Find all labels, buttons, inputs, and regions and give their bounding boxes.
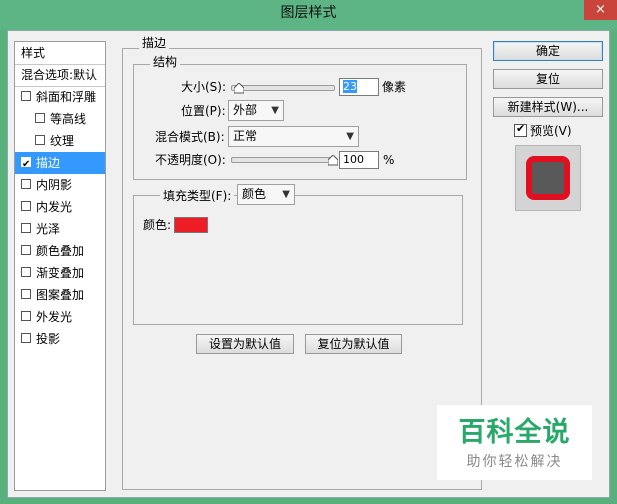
fill-type-select[interactable]: 颜色 ▼ — [237, 184, 295, 205]
ok-button[interactable]: 确定 — [493, 41, 603, 61]
preview-thumbnail — [515, 145, 581, 211]
size-unit: 像素 — [382, 80, 407, 94]
list-item-checkbox[interactable] — [35, 135, 45, 145]
list-item-checkbox[interactable] — [21, 289, 31, 299]
list-item-label: 描边 — [36, 156, 61, 170]
fill-group — [133, 195, 463, 325]
list-item[interactable]: 纹理 — [15, 130, 105, 152]
styles-list: 样式 混合选项:默认 斜面和浮雕等高线纹理描边内阴影内发光光泽颜色叠加渐变叠加图… — [14, 41, 106, 491]
list-item-label: 内发光 — [36, 200, 73, 214]
list-item-label: 渐变叠加 — [36, 266, 85, 280]
list-item[interactable]: 内阴影 — [15, 174, 105, 196]
list-item-label: 等高线 — [50, 112, 87, 126]
opacity-input[interactable]: 100 — [339, 151, 379, 169]
list-item-checkbox[interactable] — [21, 223, 31, 233]
reset-default-button[interactable]: 复位为默认值 — [305, 334, 402, 354]
list-item-label: 光泽 — [36, 222, 61, 236]
list-item[interactable]: 颜色叠加 — [15, 240, 105, 262]
list-item-label: 斜面和浮雕 — [36, 90, 97, 104]
position-value: 外部 — [233, 103, 258, 117]
list-item-checkbox[interactable] — [21, 201, 31, 211]
list-item-checkbox[interactable] — [21, 311, 31, 321]
position-label: 位置(P): — [181, 104, 226, 118]
list-item[interactable]: 渐变叠加 — [15, 262, 105, 284]
list-item-checkbox[interactable] — [21, 179, 31, 189]
watermark-title: 百科全说 — [458, 417, 571, 448]
size-slider[interactable] — [231, 85, 335, 91]
list-item[interactable]: 等高线 — [15, 108, 105, 130]
list-item-checkbox[interactable] — [35, 113, 45, 123]
size-label: 大小(S): — [181, 80, 227, 94]
size-slider-thumb[interactable] — [234, 83, 245, 94]
list-header-label: 样式 — [21, 46, 46, 60]
check-icon: ✔ — [516, 122, 526, 135]
preview-fill — [532, 162, 564, 194]
color-swatch[interactable] — [174, 217, 208, 233]
size-value: 23 — [343, 80, 357, 93]
preview-label: 预览(V) — [530, 124, 572, 138]
list-item-checkbox[interactable] — [21, 154, 31, 176]
list-item[interactable]: 描边 — [15, 152, 105, 176]
fill-type-value: 颜色 — [242, 187, 267, 201]
blend-mode-value: 正常 — [233, 129, 258, 143]
close-button[interactable]: × — [584, 0, 617, 20]
list-item[interactable]: 投影 — [15, 328, 105, 350]
list-item-checkbox[interactable] — [21, 245, 31, 255]
list-item-label: 内阴影 — [36, 178, 73, 192]
new-style-button[interactable]: 新建样式(W)... — [493, 97, 603, 117]
list-item-label: 图案叠加 — [36, 288, 85, 302]
list-item[interactable]: 图案叠加 — [15, 284, 105, 306]
fill-type-label: 填充类型(F): — [160, 189, 235, 205]
structure-group-title: 结构 — [150, 55, 181, 69]
blend-mode-select[interactable]: 正常 ▼ — [228, 126, 359, 147]
list-item[interactable]: 外发光 — [15, 306, 105, 328]
chevron-down-icon: ▼ — [271, 105, 279, 116]
reset-button[interactable]: 复位 — [493, 69, 603, 89]
chevron-down-icon: ▼ — [282, 189, 290, 200]
window-title: 图层样式 — [280, 5, 337, 21]
list-header[interactable]: 样式 — [15, 42, 105, 64]
blend-mode-label: 混合模式(B): — [155, 130, 225, 144]
watermark-subtitle: 助你轻松解决 — [466, 454, 563, 470]
list-item-checkbox[interactable] — [21, 267, 31, 277]
opacity-slider-thumb[interactable] — [328, 155, 338, 166]
list-item-checkbox[interactable] — [21, 333, 31, 343]
opacity-unit: % — [383, 153, 395, 167]
color-label: 颜色: — [143, 218, 172, 232]
set-default-button[interactable]: 设置为默认值 — [196, 334, 294, 354]
size-input[interactable]: 23 — [339, 78, 379, 96]
list-item[interactable]: 斜面和浮雕 — [15, 86, 105, 108]
opacity-value: 100 — [343, 153, 364, 166]
list-item[interactable]: 内发光 — [15, 196, 105, 218]
list-item-checkbox[interactable] — [21, 91, 31, 101]
opacity-slider[interactable] — [231, 157, 335, 163]
list-item-label: 颜色叠加 — [36, 244, 85, 258]
preview-checkbox[interactable]: ✔ — [514, 122, 527, 137]
list-item-label: 纹理 — [50, 134, 75, 148]
opacity-label: 不透明度(O): — [155, 153, 226, 167]
list-item-blend-options[interactable]: 混合选项:默认 — [15, 64, 105, 86]
blend-options-label: 混合选项:默认 — [21, 68, 98, 82]
list-item-label: 投影 — [36, 332, 61, 346]
list-item-label: 外发光 — [36, 310, 73, 324]
stroke-group-title: 描边 — [139, 36, 170, 50]
list-item[interactable]: 光泽 — [15, 218, 105, 240]
position-select[interactable]: 外部 ▼ — [228, 100, 284, 121]
preview-stroke — [526, 156, 570, 200]
watermark: 百科全说 助你轻松解决 — [437, 405, 592, 480]
chevron-down-icon: ▼ — [346, 131, 354, 142]
